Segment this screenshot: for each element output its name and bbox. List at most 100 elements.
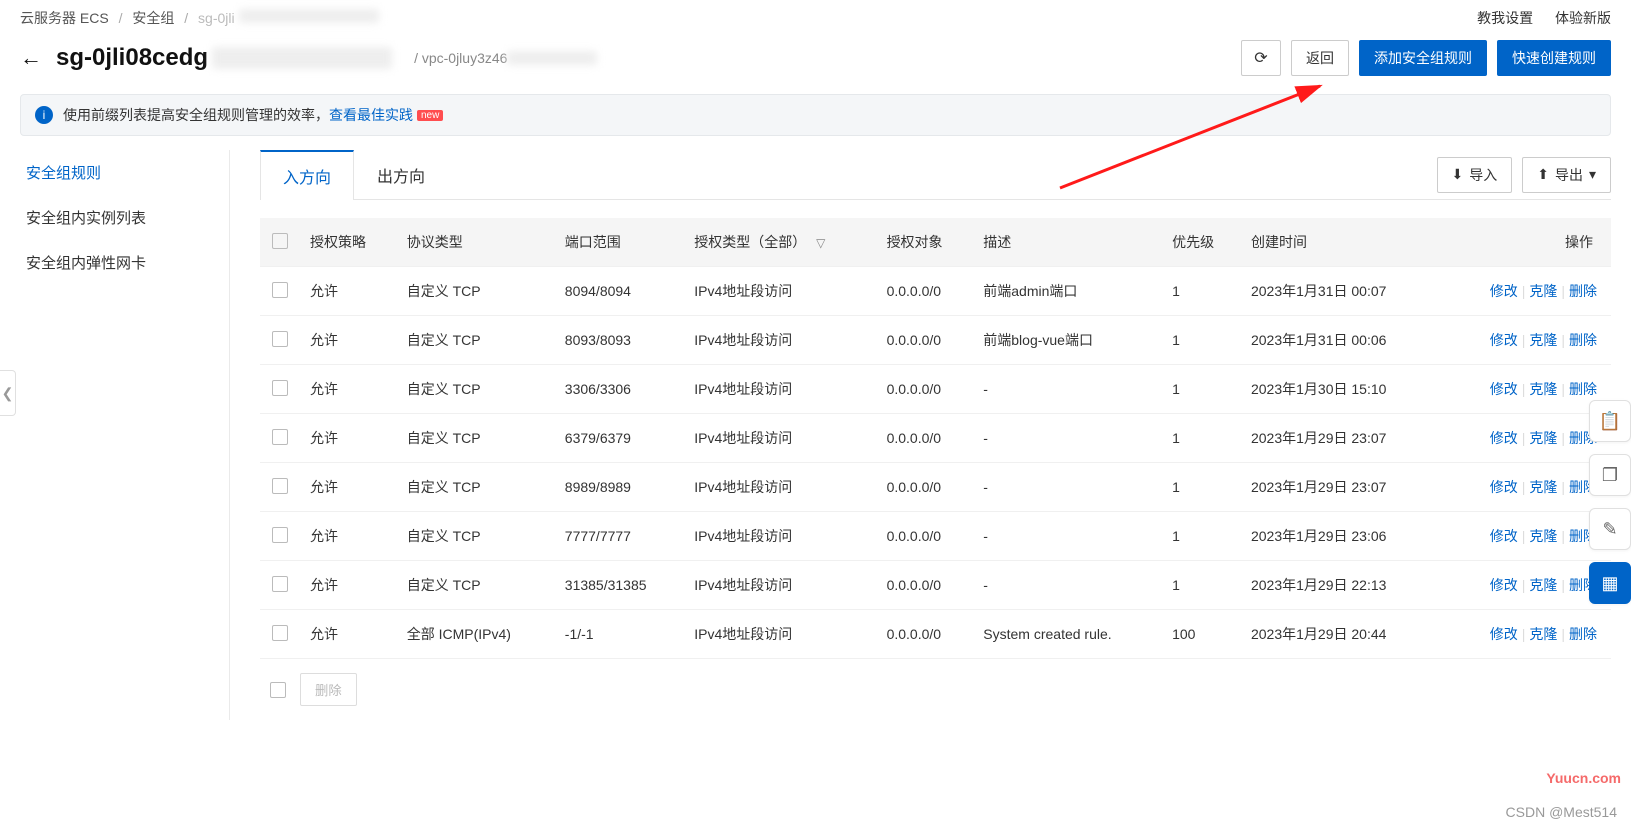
rules-table: 授权策略 协议类型 端口范围 授权类型（全部） ▽ 授权对象 描述 优先级 创建… (260, 218, 1611, 659)
filter-icon[interactable]: ▽ (816, 236, 825, 250)
op-edit[interactable]: 修改 (1490, 479, 1518, 495)
op-edit[interactable]: 修改 (1490, 577, 1518, 593)
cell-ops: 修改|克隆|删除 (1439, 365, 1611, 414)
row-checkbox[interactable] (272, 576, 288, 592)
sidebar-item-rules[interactable]: 安全组规则 (20, 150, 219, 195)
clipboard-icon[interactable]: 📋 (1589, 400, 1631, 442)
op-edit[interactable]: 修改 (1490, 626, 1518, 642)
back-button[interactable]: 返回 (1291, 40, 1349, 76)
cell-desc: - (973, 561, 1162, 610)
grid-icon[interactable]: ▦ (1589, 562, 1631, 604)
op-delete[interactable]: 删除 (1569, 381, 1597, 397)
cell-desc: - (973, 512, 1162, 561)
title-bar: ← sg-0jli08cedg / vpc-0jluy3z46 ⟳ 返回 添加安… (0, 32, 1631, 94)
op-clone[interactable]: 克隆 (1529, 528, 1557, 544)
cell-ops: 修改|克隆|删除 (1439, 267, 1611, 316)
export-button[interactable]: ⬆ 导出 ▾ (1522, 157, 1611, 193)
edit-icon[interactable]: ✎ (1589, 508, 1631, 550)
breadcrumb-item-sg[interactable]: 安全组 (132, 10, 174, 26)
cell-port: 31385/31385 (555, 561, 684, 610)
cell-auth-type: IPv4地址段访问 (684, 512, 876, 561)
refresh-button[interactable]: ⟳ (1241, 40, 1281, 76)
select-all-checkbox[interactable] (272, 233, 288, 249)
row-checkbox[interactable] (272, 625, 288, 641)
table-row: 允许自定义 TCP31385/31385IPv4地址段访问0.0.0.0/0-1… (260, 561, 1611, 610)
row-checkbox[interactable] (272, 478, 288, 494)
cell-priority: 1 (1162, 561, 1241, 610)
tab-outbound[interactable]: 出方向 (354, 150, 448, 199)
op-clone[interactable]: 克隆 (1529, 381, 1557, 397)
info-link[interactable]: 查看最佳实践 (329, 105, 413, 125)
table-row: 允许自定义 TCP7777/7777IPv4地址段访问0.0.0.0/0-120… (260, 512, 1611, 561)
batch-delete-button[interactable]: 删除 (300, 673, 357, 706)
tab-inbound[interactable]: 入方向 (260, 150, 354, 200)
cell-policy: 允许 (300, 414, 397, 463)
breadcrumb-item-current: sg-0jli (198, 10, 235, 26)
op-edit[interactable]: 修改 (1490, 381, 1518, 397)
info-text: 使用前缀列表提高安全组规则管理的效率， (63, 105, 329, 125)
cell-protocol: 自定义 TCP (397, 365, 555, 414)
cell-desc: 前端blog-vue端口 (973, 316, 1162, 365)
add-rule-button[interactable]: 添加安全组规则 (1359, 40, 1487, 76)
cell-desc: - (973, 463, 1162, 512)
th-auth-type-label: 授权类型（全部） (694, 234, 806, 250)
op-delete[interactable]: 删除 (1569, 626, 1597, 642)
op-clone[interactable]: 克隆 (1529, 283, 1557, 299)
cell-created: 2023年1月29日 23:06 (1241, 512, 1439, 561)
cell-priority: 1 (1162, 512, 1241, 561)
table-row: 允许全部 ICMP(IPv4)-1/-1IPv4地址段访问0.0.0.0/0Sy… (260, 610, 1611, 659)
op-edit[interactable]: 修改 (1490, 528, 1518, 544)
op-clone[interactable]: 克隆 (1529, 332, 1557, 348)
watermark-author: CSDN @Mest514 (1506, 804, 1617, 820)
op-delete[interactable]: 删除 (1569, 283, 1597, 299)
cell-auth-type: IPv4地址段访问 (684, 610, 876, 659)
side-nav: 安全组规则 安全组内实例列表 安全组内弹性网卡 (20, 150, 230, 720)
th-protocol: 协议类型 (397, 218, 555, 267)
table-row: 允许自定义 TCP8989/8989IPv4地址段访问0.0.0.0/0-120… (260, 463, 1611, 512)
cell-protocol: 自定义 TCP (397, 316, 555, 365)
cell-priority: 1 (1162, 267, 1241, 316)
copy-icon[interactable]: ❐ (1589, 454, 1631, 496)
row-checkbox[interactable] (272, 380, 288, 396)
op-clone[interactable]: 克隆 (1529, 577, 1557, 593)
table-row: 允许自定义 TCP3306/3306IPv4地址段访问0.0.0.0/0-120… (260, 365, 1611, 414)
footer-select-all-checkbox[interactable] (270, 682, 286, 698)
op-edit[interactable]: 修改 (1490, 332, 1518, 348)
info-bar: i 使用前缀列表提高安全组规则管理的效率， 查看最佳实践 new (20, 94, 1611, 136)
left-collapse-handle[interactable]: ❮ (0, 370, 16, 416)
sidebar-item-instances[interactable]: 安全组内实例列表 (20, 195, 219, 240)
quick-create-button[interactable]: 快速创建规则 (1497, 40, 1611, 76)
op-edit[interactable]: 修改 (1490, 283, 1518, 299)
help-link-newver[interactable]: 体验新版 (1555, 10, 1611, 26)
op-edit[interactable]: 修改 (1490, 430, 1518, 446)
cell-created: 2023年1月30日 15:10 (1241, 365, 1439, 414)
row-checkbox[interactable] (272, 282, 288, 298)
cell-auth-obj: 0.0.0.0/0 (877, 365, 974, 414)
tabs-row: 入方向 出方向 ⬇ 导入 ⬆ 导出 ▾ (260, 150, 1611, 200)
cell-policy: 允许 (300, 610, 397, 659)
cell-auth-type: IPv4地址段访问 (684, 316, 876, 365)
cell-policy: 允许 (300, 267, 397, 316)
th-priority: 优先级 (1162, 218, 1241, 267)
back-arrow-icon[interactable]: ← (20, 45, 42, 71)
table-row: 允许自定义 TCP8094/8094IPv4地址段访问0.0.0.0/0前端ad… (260, 267, 1611, 316)
info-icon: i (35, 106, 53, 124)
op-clone[interactable]: 克隆 (1529, 479, 1557, 495)
import-button[interactable]: ⬇ 导入 (1437, 157, 1513, 193)
cell-policy: 允许 (300, 561, 397, 610)
row-checkbox[interactable] (272, 331, 288, 347)
breadcrumb: 云服务器 ECS / 安全组 / sg-0jli 教我设置 体验新版 (0, 0, 1631, 32)
op-clone[interactable]: 克隆 (1529, 430, 1557, 446)
op-clone[interactable]: 克隆 (1529, 626, 1557, 642)
cell-priority: 1 (1162, 365, 1241, 414)
th-auth-type[interactable]: 授权类型（全部） ▽ (684, 218, 876, 267)
row-checkbox[interactable] (272, 527, 288, 543)
cell-port: 3306/3306 (555, 365, 684, 414)
cell-ops: 修改|克隆|删除 (1439, 610, 1611, 659)
table-row: 允许自定义 TCP8093/8093IPv4地址段访问0.0.0.0/0前端bl… (260, 316, 1611, 365)
breadcrumb-item-ecs[interactable]: 云服务器 ECS (20, 10, 109, 26)
help-link-teach[interactable]: 教我设置 (1477, 10, 1533, 26)
sidebar-item-eni[interactable]: 安全组内弹性网卡 (20, 240, 219, 285)
row-checkbox[interactable] (272, 429, 288, 445)
op-delete[interactable]: 删除 (1569, 332, 1597, 348)
